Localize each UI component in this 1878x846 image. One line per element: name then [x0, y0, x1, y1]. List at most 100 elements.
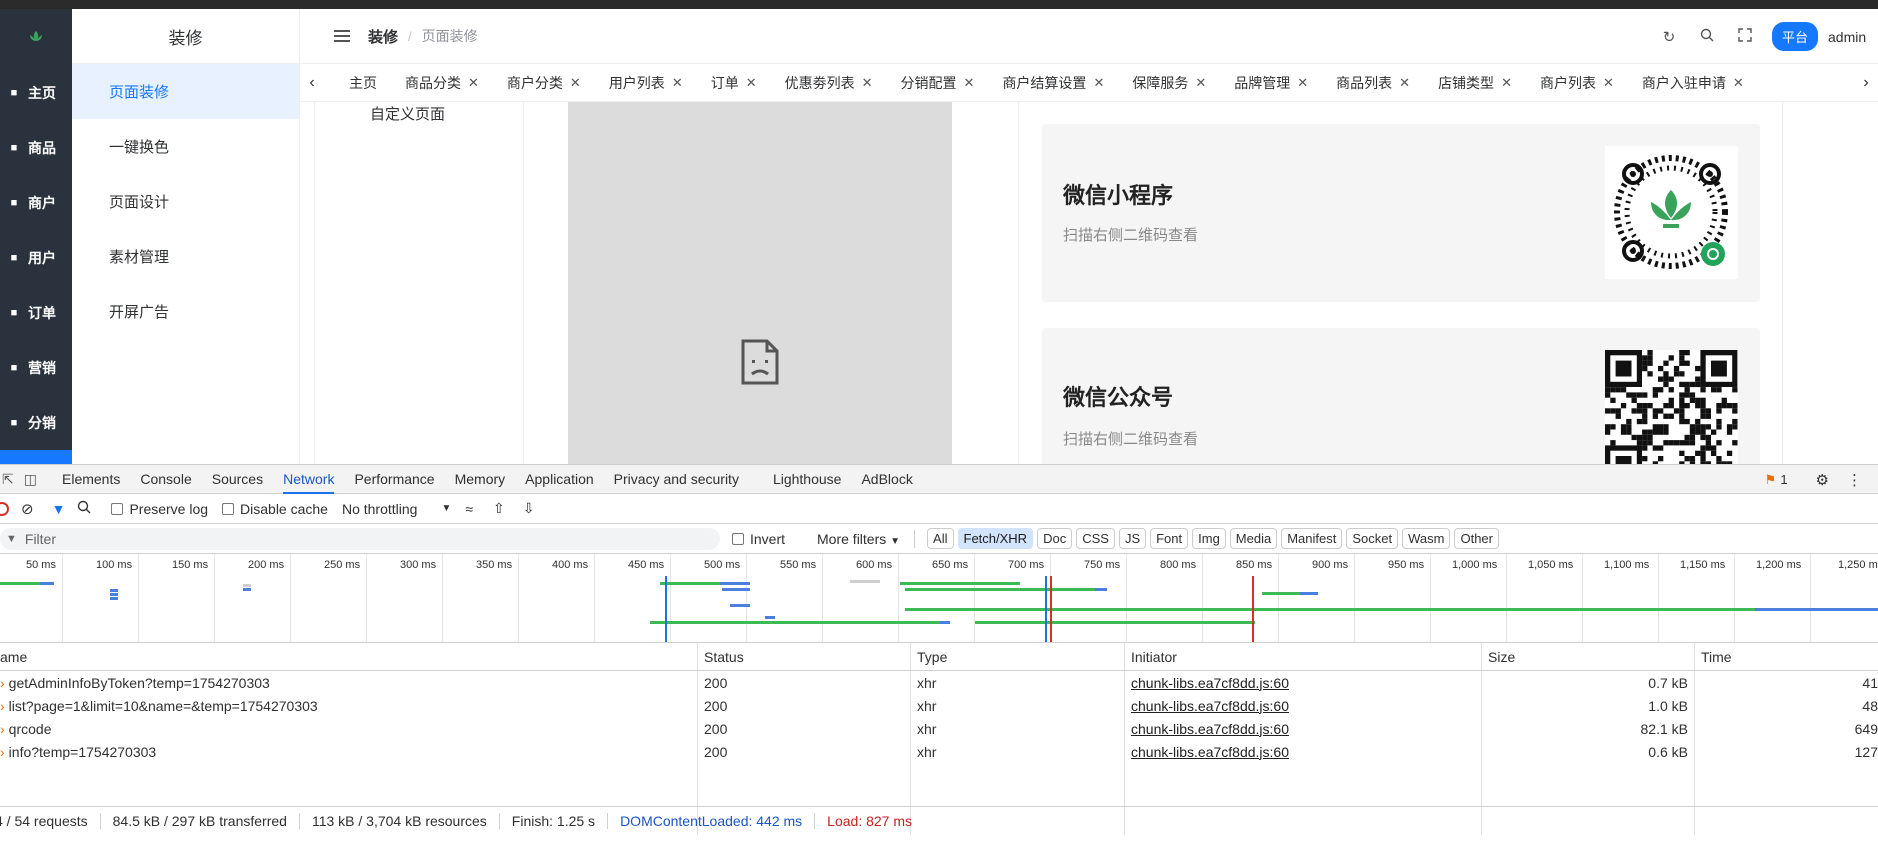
import-har-icon[interactable]: ⇧	[493, 500, 505, 517]
close-icon[interactable]: ✕	[1195, 75, 1206, 91]
page-tab[interactable]: 商户分类 ✕	[507, 73, 581, 93]
column-header[interactable]: Size	[1482, 643, 1695, 670]
breadcrumb-root[interactable]: 装修	[368, 26, 398, 47]
close-icon[interactable]: ✕	[570, 75, 581, 91]
sidebar-item[interactable]: ■ 订单	[0, 285, 72, 340]
page-tab[interactable]: 订单 ✕	[711, 73, 757, 93]
close-icon[interactable]: ✕	[1093, 75, 1104, 91]
sidebar-item[interactable]: ■ 营销	[0, 340, 72, 395]
devtools-tab[interactable]: Privacy and security	[614, 465, 739, 494]
devtools-tab[interactable]: Console	[140, 465, 191, 494]
inspect-element-icon[interactable]: ⇱	[2, 471, 14, 488]
page-tab[interactable]: 商户入驻申请 ✕	[1642, 73, 1744, 93]
device-toolbar-icon[interactable]: ◫	[24, 471, 37, 488]
preserve-log-checkbox[interactable]	[111, 502, 124, 515]
clear-icon[interactable]: ⊘	[21, 500, 34, 518]
submenu-item[interactable]: 开屏广告	[72, 284, 299, 339]
initiator-link[interactable]: chunk-libs.ea7cf8dd.js:60	[1131, 744, 1289, 760]
type-filter-chip[interactable]: Fetch/XHR	[957, 528, 1034, 549]
type-filter-chip[interactable]: Manifest	[1281, 528, 1343, 549]
search-icon[interactable]	[1688, 28, 1726, 46]
close-icon[interactable]: ✕	[746, 75, 757, 91]
tabs-scroll-right-icon[interactable]: ›	[1854, 64, 1878, 101]
export-har-icon[interactable]: ⇩	[523, 500, 535, 517]
menu-toggle-icon[interactable]	[334, 30, 350, 42]
page-tab[interactable]: 保障服务 ✕	[1132, 73, 1206, 93]
type-filter-chip[interactable]: Socket	[1346, 528, 1399, 549]
type-filter-chip[interactable]: JS	[1118, 528, 1147, 549]
issues-icon[interactable]: ⚑	[1765, 472, 1777, 488]
disable-cache-checkbox[interactable]	[222, 502, 235, 515]
more-options-icon[interactable]: ⋮	[1847, 471, 1862, 489]
devtools-tab[interactable]: Lighthouse	[773, 465, 842, 494]
refresh-icon[interactable]: ↻	[1650, 28, 1688, 46]
cell-initiator[interactable]: chunk-libs.ea7cf8dd.js:60	[1125, 694, 1482, 717]
column-header[interactable]: Initiator	[1125, 643, 1482, 670]
filter-funnel-icon[interactable]: ▼	[52, 501, 66, 517]
sidebar-item[interactable]: ■ 用户	[0, 230, 72, 285]
page-tab[interactable]: 分销配置 ✕	[901, 73, 975, 93]
filter-input[interactable]: ▼ Filter	[0, 527, 720, 550]
close-icon[interactable]: ✕	[1399, 75, 1410, 91]
table-row[interactable]: › qrcode 200 xhr chunk-libs.ea7cf8dd.js:60 82…	[0, 717, 1878, 740]
devtools-tab[interactable]: Memory	[455, 465, 506, 494]
submenu-item[interactable]: 页面设计	[72, 174, 299, 229]
custom-page-item[interactable]: 自定义页面	[315, 102, 523, 124]
cell-initiator[interactable]: chunk-libs.ea7cf8dd.js:60	[1125, 671, 1482, 694]
close-icon[interactable]: ✕	[672, 75, 683, 91]
devtools-tab[interactable]: AdBlock	[861, 465, 912, 494]
disable-cache-toggle[interactable]: Disable cache	[222, 501, 328, 517]
column-header[interactable]: Type	[911, 643, 1125, 670]
issues-count[interactable]: 1	[1780, 472, 1787, 487]
cell-initiator[interactable]: chunk-libs.ea7cf8dd.js:60	[1125, 740, 1482, 763]
type-filter-chip[interactable]: Wasm	[1402, 528, 1451, 549]
type-filter-chip[interactable]: Other	[1454, 528, 1499, 549]
sidebar-item[interactable]: ■ 主页	[0, 65, 72, 120]
page-tab[interactable]: 商户列表 ✕	[1540, 73, 1614, 93]
network-conditions-icon[interactable]: ≈	[465, 501, 473, 517]
type-filter-chip[interactable]: CSS	[1076, 528, 1115, 549]
invert-toggle[interactable]: Invert	[732, 531, 785, 547]
close-icon[interactable]: ✕	[468, 75, 479, 91]
cell-initiator[interactable]: chunk-libs.ea7cf8dd.js:60	[1125, 717, 1482, 740]
column-header[interactable]: ame	[0, 643, 698, 670]
sidebar-item[interactable]: ■ 商品	[0, 120, 72, 175]
close-icon[interactable]: ✕	[1603, 75, 1614, 91]
tabs-scroll-left-icon[interactable]: ‹	[300, 74, 324, 92]
preserve-log-toggle[interactable]: Preserve log	[111, 501, 208, 517]
page-tab[interactable]: 主页	[349, 73, 377, 93]
column-header[interactable]: Time	[1695, 643, 1878, 670]
invert-checkbox[interactable]	[732, 532, 744, 545]
sidebar-item[interactable]: ■ 商户	[0, 175, 72, 230]
table-row[interactable]: › getAdminInfoByToken?temp=1754270303 200 x…	[0, 671, 1878, 694]
devtools-tab[interactable]: Performance	[354, 465, 434, 494]
page-tab[interactable]: 品牌管理 ✕	[1234, 73, 1308, 93]
close-icon[interactable]: ✕	[1733, 75, 1744, 91]
fullscreen-icon[interactable]	[1726, 27, 1764, 46]
platform-badge[interactable]: 平台	[1771, 22, 1818, 51]
page-tab[interactable]: 用户列表 ✕	[609, 73, 683, 93]
submenu-item[interactable]: 页面装修	[72, 64, 299, 119]
initiator-link[interactable]: chunk-libs.ea7cf8dd.js:60	[1131, 675, 1289, 691]
settings-gear-icon[interactable]: ⚙	[1816, 471, 1829, 489]
table-row[interactable]: › info?temp=1754270303 200 xhr chunk-libs.ea…	[0, 740, 1878, 763]
type-filter-chip[interactable]: Doc	[1037, 528, 1073, 549]
page-tab[interactable]: 商户结算设置 ✕	[1002, 73, 1104, 93]
table-row[interactable]: › list?page=1&limit=10&name=&temp=1754270…	[0, 694, 1878, 717]
close-icon[interactable]: ✕	[964, 75, 975, 91]
devtools-tab[interactable]: Sources	[212, 465, 263, 494]
type-filter-chip[interactable]: Media	[1229, 528, 1278, 549]
user-menu[interactable]: admin	[1828, 29, 1878, 45]
page-tab[interactable]: 店铺类型 ✕	[1438, 73, 1512, 93]
initiator-link[interactable]: chunk-libs.ea7cf8dd.js:60	[1131, 721, 1289, 737]
submenu-item[interactable]: 素材管理	[72, 229, 299, 284]
throttling-select[interactable]: No throttling ▼	[342, 501, 451, 517]
page-tab[interactable]: 商品分类 ✕	[405, 73, 479, 93]
devtools-tab[interactable]: Application	[525, 465, 594, 494]
close-icon[interactable]: ✕	[1501, 75, 1512, 91]
page-tab[interactable]: 商品列表 ✕	[1336, 73, 1410, 93]
type-filter-chip[interactable]: All	[927, 528, 954, 549]
type-filter-chip[interactable]: Font	[1150, 528, 1189, 549]
devtools-tab[interactable]: Elements	[62, 465, 120, 494]
sidebar-item[interactable]: ■ 分销	[0, 395, 72, 450]
